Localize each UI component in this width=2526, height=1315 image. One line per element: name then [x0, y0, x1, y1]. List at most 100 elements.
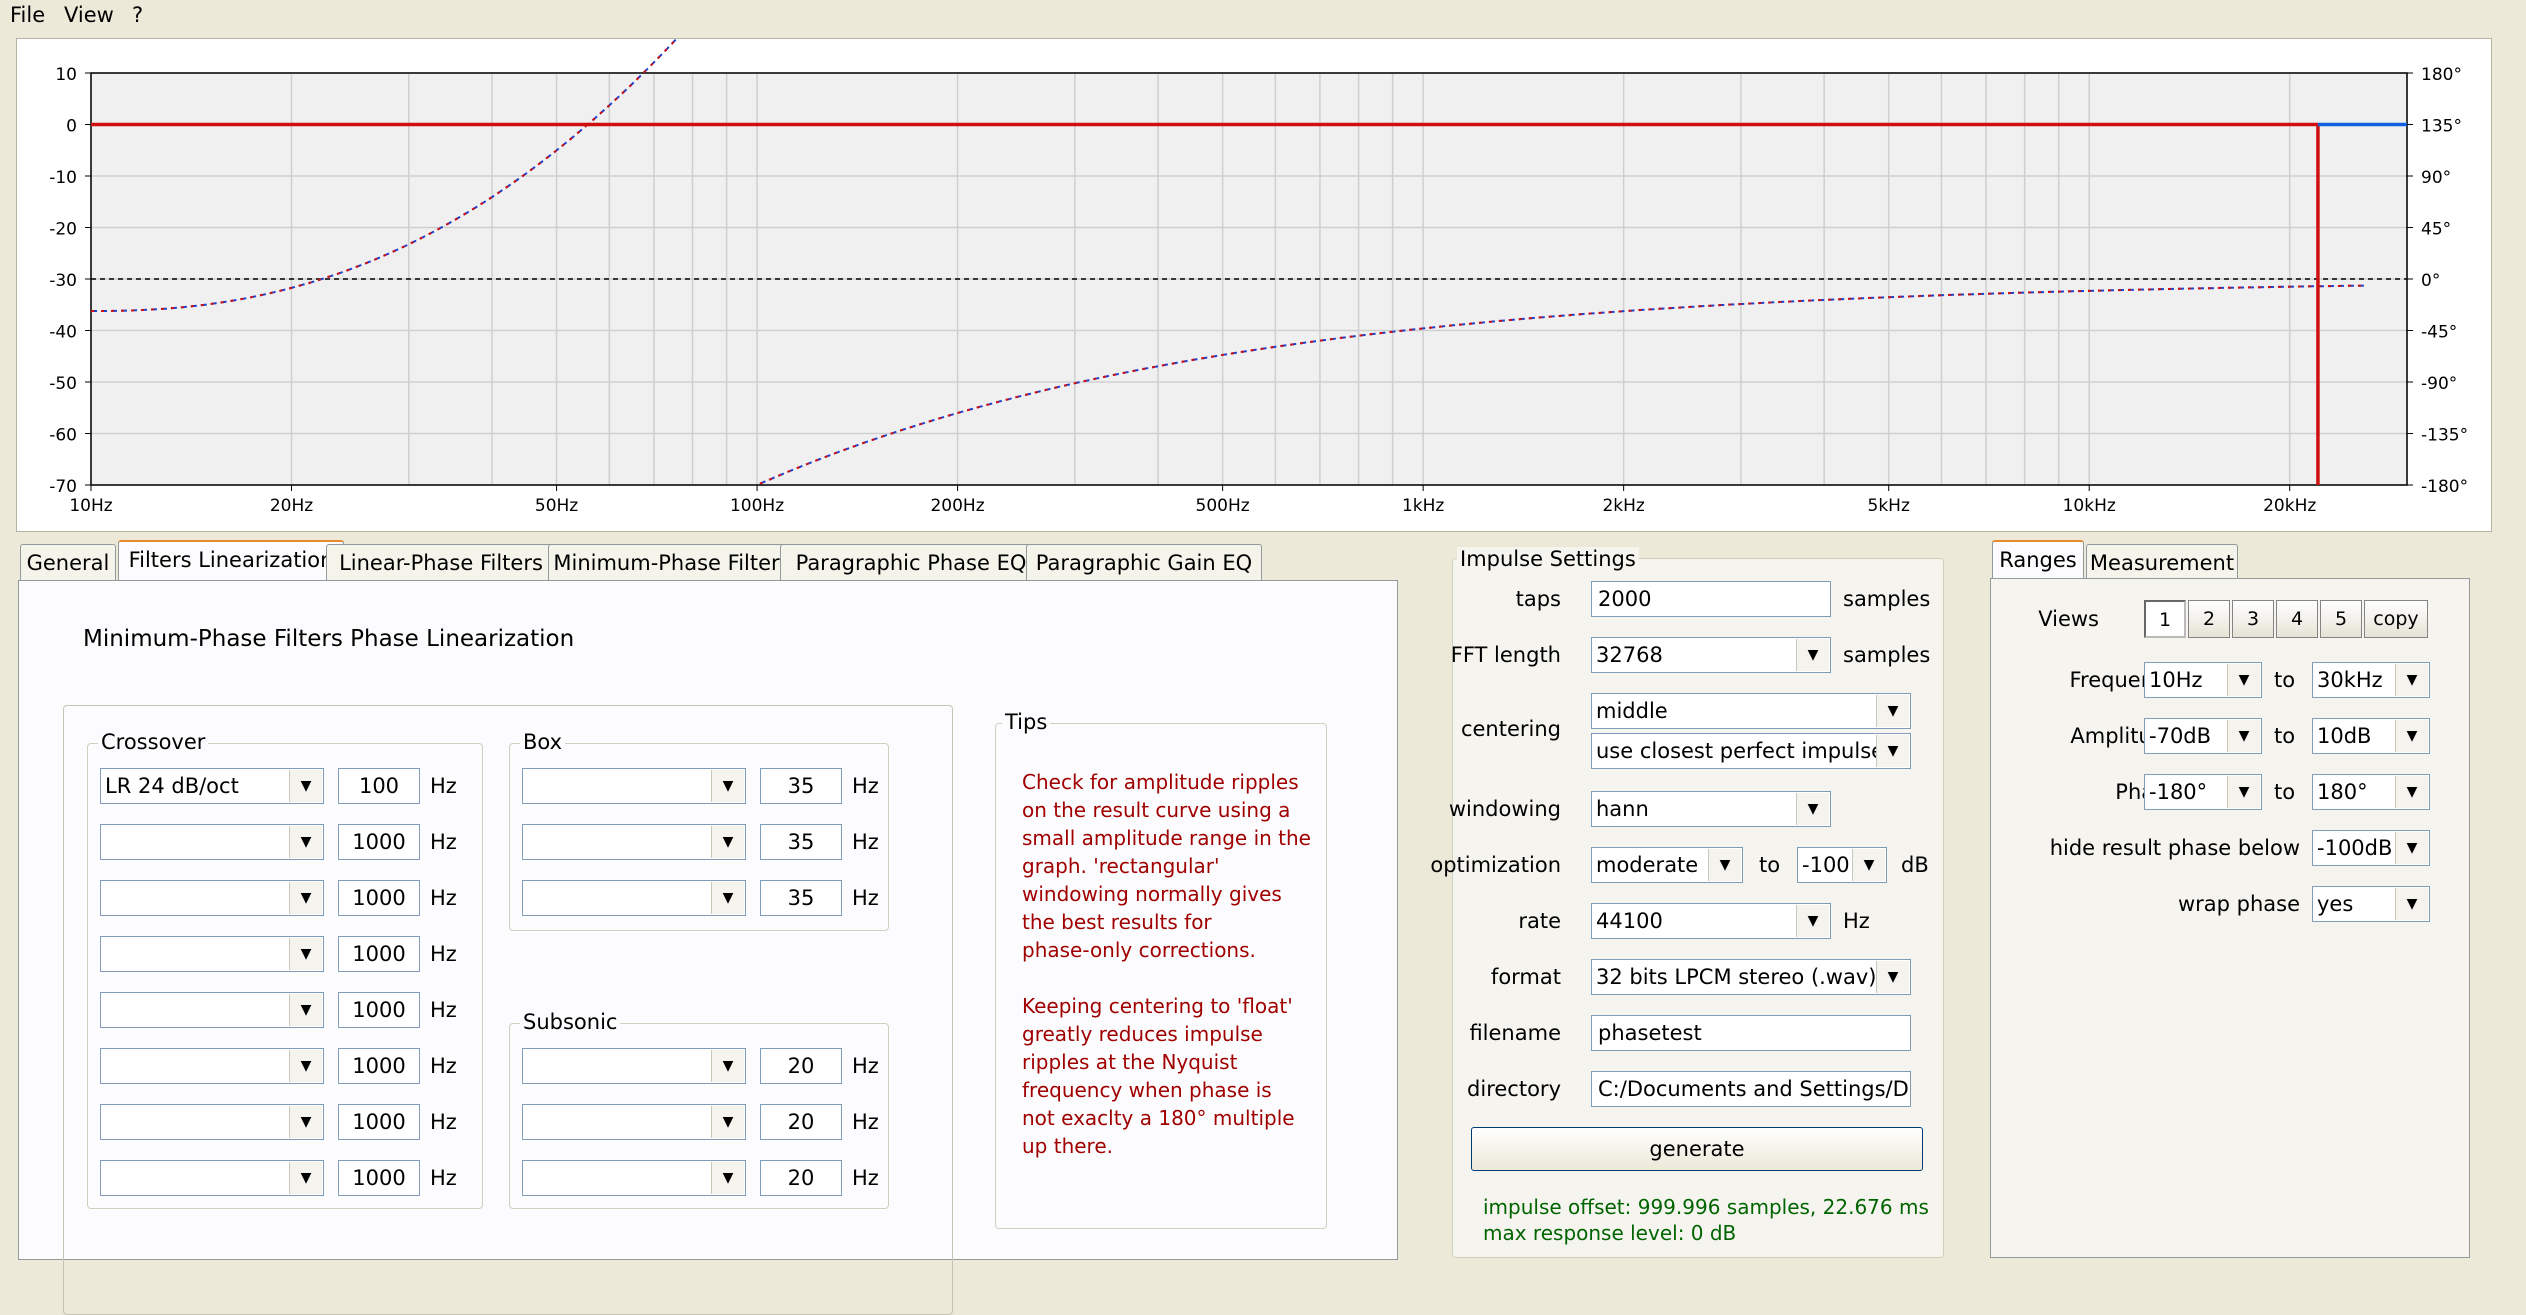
crossover-frequency-input[interactable]: 1000 — [338, 824, 420, 860]
amplitude-tick-label: -40 — [49, 323, 77, 343]
crossover-type-select[interactable]: ▼ — [100, 1160, 324, 1196]
box-type-select[interactable]: ▼ — [522, 880, 746, 916]
filename-input[interactable]: phasetest — [1591, 1015, 1911, 1051]
windowing-value: hann — [1596, 797, 1649, 821]
subsonic-group: Subsonic ▼ 20 Hz ▼ 20 Hz ▼ 20 Hz — [509, 1010, 889, 1209]
crossover-type-select[interactable]: ▼ — [100, 880, 324, 916]
crossover-frequency-input[interactable]: 1000 — [338, 1160, 420, 1196]
optimization-select[interactable]: moderate ▼ — [1591, 847, 1743, 883]
format-select[interactable]: 32 bits LPCM stereo (.wav) ▼ — [1591, 959, 1911, 995]
phase-tick-label: -90° — [2421, 374, 2457, 394]
amplitude-to-select[interactable]: 10dB ▼ — [2312, 718, 2430, 754]
tab-ranges[interactable]: Ranges — [1992, 540, 2084, 580]
tab-linear-phase-filters[interactable]: Linear-Phase Filters — [326, 544, 556, 580]
amplitude-from-value: -70dB — [2149, 724, 2212, 748]
box-frequency-input[interactable]: 35 — [760, 824, 842, 860]
view-5-button[interactable]: 5 — [2320, 600, 2362, 638]
phase-tick-label: -135° — [2421, 426, 2468, 446]
centering-select[interactable]: middle ▼ — [1591, 693, 1911, 729]
main-tabs: General Filters Linearization Linear-Pha… — [20, 540, 1400, 584]
phase-tick-label: 90° — [2421, 168, 2451, 188]
frequency-to-select[interactable]: 30kHz ▼ — [2312, 662, 2430, 698]
crossover-frequency-input[interactable]: 1000 — [338, 1104, 420, 1140]
menu-view[interactable]: View — [64, 3, 114, 27]
centering-label: centering — [1460, 717, 1561, 741]
tab-paragraphic-gain-eq[interactable]: Paragraphic Gain EQ — [1026, 544, 1262, 580]
generate-button[interactable]: generate — [1471, 1127, 1923, 1171]
crossover-type-select[interactable]: ▼ — [100, 936, 324, 972]
phase-tick-label: -45° — [2421, 323, 2457, 343]
chevron-down-icon: ▼ — [2395, 888, 2428, 920]
crossover-hz-unit: Hz — [430, 998, 457, 1022]
tab-paragraphic-phase-eq[interactable]: Paragraphic Phase EQ — [780, 544, 1042, 580]
hide-result-phase-value: -100dB — [2317, 836, 2393, 860]
frequency-tick-label: 100Hz — [730, 496, 784, 516]
subsonic-frequency-input[interactable]: 20 — [760, 1048, 842, 1084]
view-4-button[interactable]: 4 — [2276, 600, 2318, 638]
directory-label: directory — [1467, 1077, 1561, 1101]
format-value: 32 bits LPCM stereo (.wav) — [1596, 965, 1877, 989]
amplitude-to-label: to — [2274, 724, 2296, 748]
chevron-down-icon: ▼ — [2395, 720, 2428, 752]
optimization-to-label: to — [1759, 853, 1781, 877]
amplitude-tick-label: -30 — [49, 271, 77, 291]
crossover-type-value: LR 24 dB/oct — [105, 774, 239, 798]
menu-help[interactable]: ? — [132, 3, 143, 27]
tab-measurement[interactable]: Measurement — [2086, 544, 2238, 580]
chevron-down-icon: ▼ — [289, 770, 322, 802]
hide-result-phase-label: hide result phase below — [2049, 836, 2300, 860]
phase-tick-label: 180° — [2421, 65, 2462, 85]
chevron-down-icon: ▼ — [2227, 776, 2260, 808]
box-frequency-input[interactable]: 35 — [760, 880, 842, 916]
amplitude-tick-label: 0 — [66, 117, 77, 137]
rate-select[interactable]: 44100 ▼ — [1591, 903, 1831, 939]
phase-to-select[interactable]: 180° ▼ — [2312, 774, 2430, 810]
crossover-type-select[interactable]: ▼ — [100, 992, 324, 1028]
view-1-button[interactable]: 1 — [2144, 600, 2186, 638]
crossover-group: Crossover LR 24 dB/oct ▼ 100 Hz ▼ 1000 Hz ▼ 1000… — [87, 730, 483, 1209]
phase-from-select[interactable]: -180° ▼ — [2144, 774, 2262, 810]
tab-filters-linearization[interactable]: Filters Linearization — [118, 540, 344, 580]
crossover-type-select[interactable]: LR 24 dB/oct ▼ — [100, 768, 324, 804]
crossover-frequency-input[interactable]: 1000 — [338, 992, 420, 1028]
wrap-phase-select[interactable]: yes ▼ — [2312, 886, 2430, 922]
subsonic-type-select[interactable]: ▼ — [522, 1160, 746, 1196]
frequency-tick-label: 20Hz — [270, 496, 313, 516]
directory-input[interactable]: C:/Documents and Settings/Dunc — [1591, 1071, 1911, 1107]
view-2-button[interactable]: 2 — [2188, 600, 2230, 638]
frequency-tick-label: 200Hz — [930, 496, 984, 516]
crossover-frequency-input[interactable]: 1000 — [338, 880, 420, 916]
box-hz-unit: Hz — [852, 830, 879, 854]
response-graph[interactable]: 10 0 -10 -20 -30 -40 -50 -60 -70 180° 135° 90° 45° 0°… — [16, 0, 2492, 532]
copy-view-button[interactable]: copy — [2364, 600, 2428, 638]
hide-result-phase-select[interactable]: -100dB ▼ — [2312, 830, 2430, 866]
box-type-select[interactable]: ▼ — [522, 768, 746, 804]
subsonic-frequency-input[interactable]: 20 — [760, 1160, 842, 1196]
crossover-hz-unit: Hz — [430, 1166, 457, 1190]
frequency-from-select[interactable]: 10Hz ▼ — [2144, 662, 2262, 698]
centering-mode-select[interactable]: use closest perfect impulse ▼ — [1591, 733, 1911, 769]
subsonic-type-select[interactable]: ▼ — [522, 1048, 746, 1084]
crossover-frequency-input[interactable]: 1000 — [338, 1048, 420, 1084]
fft-length-select[interactable]: 32768 ▼ — [1591, 637, 1831, 673]
crossover-type-select[interactable]: ▼ — [100, 1104, 324, 1140]
view-3-button[interactable]: 3 — [2232, 600, 2274, 638]
amplitude-from-select[interactable]: -70dB ▼ — [2144, 718, 2262, 754]
crossover-frequency-input[interactable]: 100 — [338, 768, 420, 804]
tab-general[interactable]: General — [20, 544, 116, 580]
graph-canvas: 10 0 -10 -20 -30 -40 -50 -60 -70 180° 135° 90° 45° 0°… — [49, 0, 2468, 516]
crossover-frequency-input[interactable]: 1000 — [338, 936, 420, 972]
chevron-down-icon: ▼ — [711, 826, 744, 858]
optimization-db-select[interactable]: -100 ▼ — [1797, 847, 1887, 883]
windowing-select[interactable]: hann ▼ — [1591, 791, 1831, 827]
box-type-select[interactable]: ▼ — [522, 824, 746, 860]
rate-unit: Hz — [1843, 909, 1870, 933]
menu-file[interactable]: File — [10, 3, 45, 27]
subsonic-type-select[interactable]: ▼ — [522, 1104, 746, 1140]
subsonic-frequency-input[interactable]: 20 — [760, 1104, 842, 1140]
tab-minimum-phase-filters[interactable]: Minimum-Phase Filters — [548, 544, 796, 580]
box-frequency-input[interactable]: 35 — [760, 768, 842, 804]
crossover-type-select[interactable]: ▼ — [100, 1048, 324, 1084]
crossover-type-select[interactable]: ▼ — [100, 824, 324, 860]
taps-input[interactable]: 2000 — [1591, 581, 1831, 617]
